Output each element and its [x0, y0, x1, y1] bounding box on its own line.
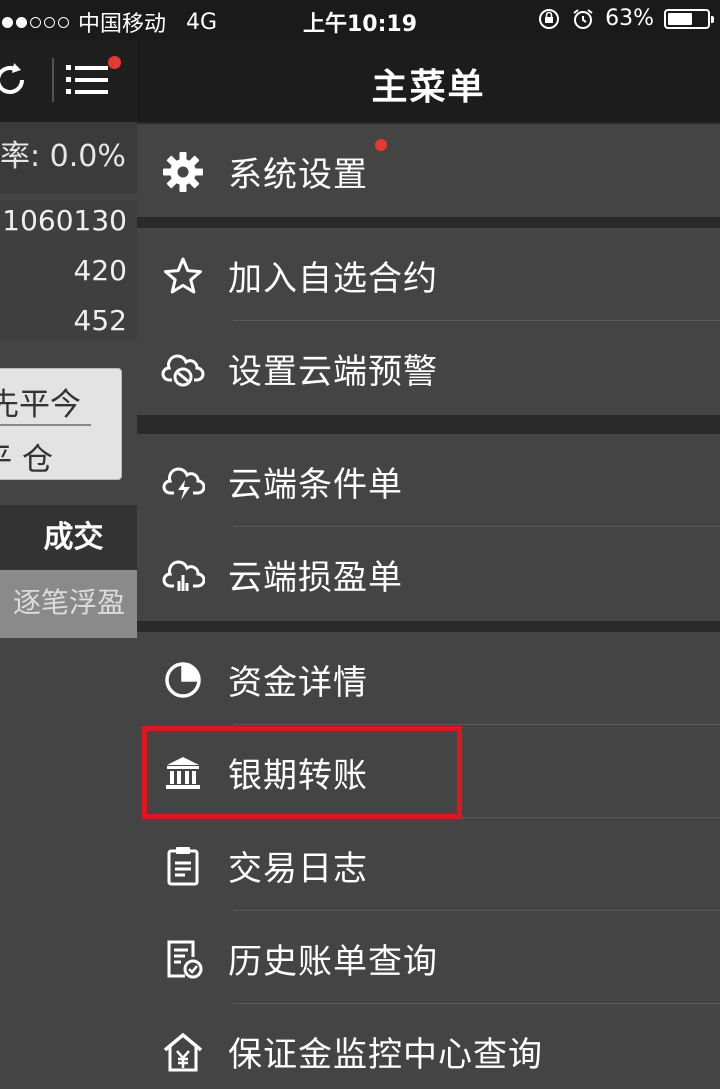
quote-number: 452 — [73, 304, 127, 337]
background-trading-screen: 率: 0.0% 1060130 420 452 先平今 平 仓 成交 逐笔浮盈 — [0, 40, 137, 1089]
battery-icon — [664, 8, 714, 29]
cloud-alert-icon — [161, 354, 205, 387]
menu-item-label: 云端损盈单 — [228, 558, 403, 598]
menu-item-cloud-conditional-order[interactable]: 云端条件单 — [137, 434, 720, 527]
float-profit-header: 逐笔浮盈 — [0, 570, 137, 638]
drawer-header: 主菜单 — [137, 40, 720, 122]
menu-item-fund-details[interactable]: 资金详情 — [137, 632, 720, 725]
menu-group-watchlist: 加入自选合约 设置云端预警 — [137, 228, 720, 415]
menu-item-label: 历史账单查询 — [228, 942, 438, 982]
status-icons: 63% — [537, 6, 714, 31]
gear-icon — [163, 152, 203, 192]
quote-number: 420 — [73, 254, 127, 287]
menu-item-trade-log[interactable]: 交易日志 — [137, 818, 720, 911]
menu-item-label: 加入自选合约 — [228, 259, 438, 299]
menu-item-cloud-stop-order[interactable]: 云端损盈单 — [137, 527, 720, 620]
quote-numbers: 1060130 420 452 — [0, 200, 137, 340]
clipboard-icon — [167, 847, 199, 886]
close-position-label: 平 仓 — [0, 442, 53, 478]
cloud-chart-icon — [162, 560, 205, 591]
menu-group-account: 资金详情 银期转账 交易日志 历史账单查询 保证金监控中心查询 — [137, 632, 720, 1089]
orientation-lock-icon — [539, 8, 560, 29]
quote-number: 1060130 — [2, 204, 127, 237]
star-icon — [164, 257, 202, 294]
page-title: 主菜单 — [371, 67, 486, 108]
menu-item-history-bill[interactable]: 历史账单查询 — [137, 911, 720, 1004]
yuan-home-icon — [163, 1032, 203, 1072]
menu-item-system-settings[interactable]: 系统设置 — [137, 124, 720, 217]
cloud-bolt-icon — [162, 467, 205, 500]
battery-percent: 63% — [605, 6, 654, 31]
menu-group-settings: 系统设置 — [137, 124, 720, 217]
menu-item-label: 设置云端预警 — [228, 352, 438, 392]
menu-item-label: 系统设置 — [228, 155, 368, 195]
main-menu-drawer: 主菜单 系统设置 加入自选合约 设置云端预警 云端条件单 云端损盈单 资金详情 … — [137, 40, 720, 1089]
toolbar-divider — [52, 58, 54, 102]
menu-item-label: 保证金监控中心查询 — [228, 1035, 543, 1075]
left-toolbar — [0, 40, 137, 122]
highlight-box — [142, 726, 462, 819]
menu-list-icon[interactable] — [66, 62, 110, 98]
menu-item-label: 资金详情 — [228, 663, 368, 703]
pie-chart-icon — [165, 662, 201, 698]
rate-text: 率: 0.0% — [0, 122, 137, 194]
menu-notification-dot — [108, 56, 121, 69]
menu-group-cloud-orders: 云端条件单 云端损盈单 — [137, 434, 720, 621]
deal-tab[interactable]: 成交 — [0, 505, 137, 570]
button-separator — [0, 424, 91, 426]
settings-notification-dot — [375, 139, 387, 151]
menu-item-label: 交易日志 — [228, 849, 368, 889]
refresh-icon[interactable] — [0, 58, 32, 102]
menu-item-label: 云端条件单 — [228, 465, 403, 505]
status-bar: 中国移动 4G 上午10:19 63% — [0, 0, 720, 40]
bill-check-icon — [167, 940, 203, 979]
menu-item-add-watchlist[interactable]: 加入自选合约 — [137, 228, 720, 321]
menu-item-margin-monitor[interactable]: 保证金监控中心查询 — [137, 1004, 720, 1089]
close-today-label: 先平今 — [0, 387, 81, 423]
close-position-button[interactable]: 先平今 平 仓 — [0, 368, 122, 480]
menu-item-cloud-alert[interactable]: 设置云端预警 — [137, 321, 720, 414]
alarm-icon — [573, 8, 593, 29]
